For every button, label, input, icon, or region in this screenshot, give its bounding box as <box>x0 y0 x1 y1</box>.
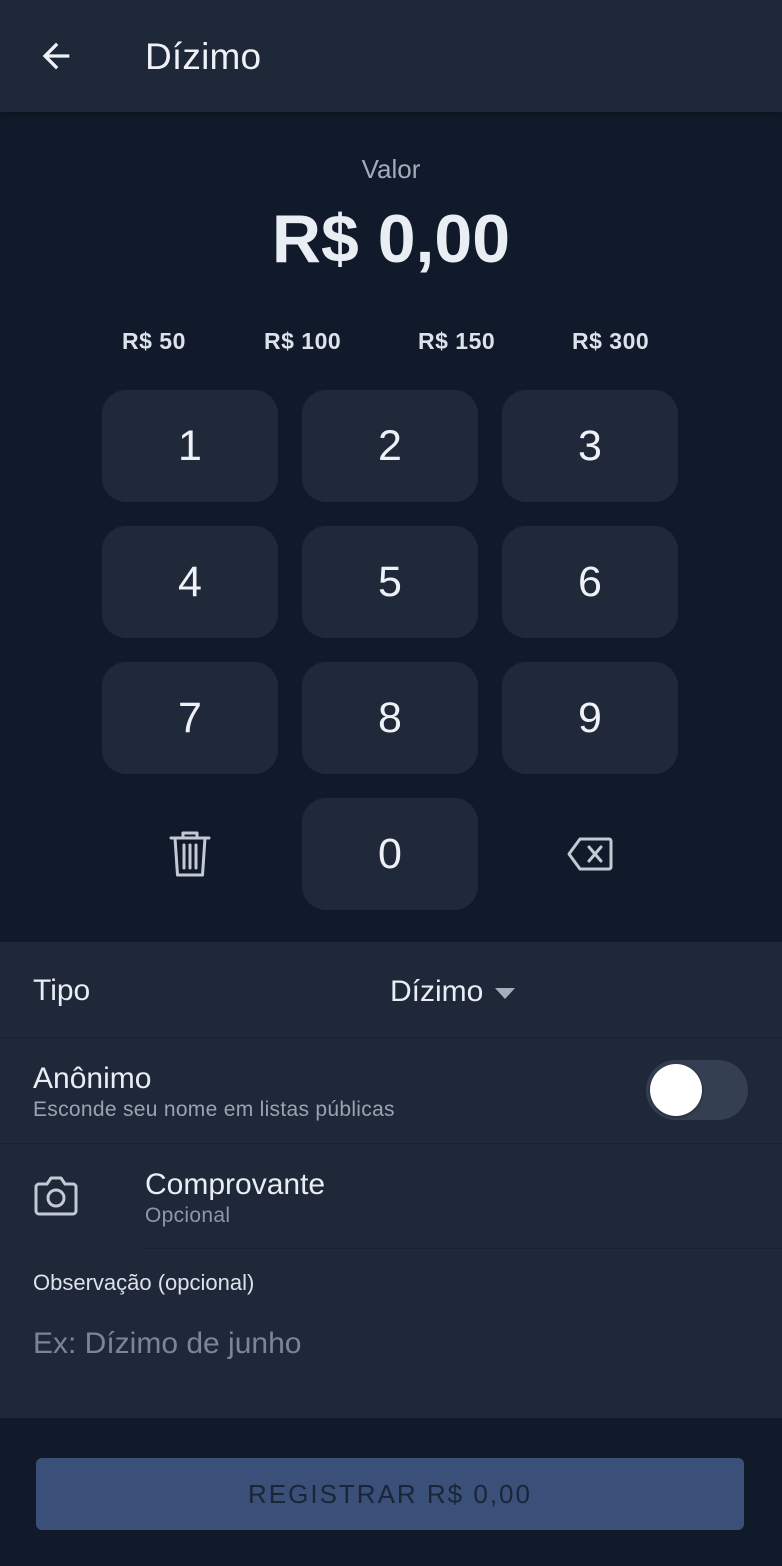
anonimo-subtitle: Esconde seu nome em listas públicas <box>33 1098 395 1121</box>
register-button[interactable]: REGISTRAR R$ 0,00 <box>36 1458 744 1530</box>
back-button[interactable] <box>30 30 82 82</box>
backspace-button[interactable] <box>502 798 678 910</box>
quick-amount-300[interactable]: R$ 300 <box>572 328 649 355</box>
key-7[interactable]: 7 <box>102 662 278 774</box>
comprovante-row[interactable] <box>0 1144 782 1248</box>
key-0[interactable]: 0 <box>302 798 478 910</box>
key-5[interactable]: 5 <box>302 526 478 638</box>
trash-icon <box>169 831 211 877</box>
arrow-left-icon <box>42 42 70 70</box>
tipo-label: Tipo <box>33 974 91 1007</box>
amount-label: Valor <box>361 154 421 184</box>
divider <box>0 1037 782 1038</box>
quick-amount-100[interactable]: R$ 100 <box>264 328 341 355</box>
key-1[interactable]: 1 <box>102 390 278 502</box>
key-3[interactable]: 3 <box>502 390 678 502</box>
amount-value: R$ 0,00 <box>271 201 511 277</box>
comprovante-subtitle: Opcional <box>145 1204 231 1227</box>
quick-amount-150[interactable]: R$ 150 <box>418 328 495 355</box>
key-4[interactable]: 4 <box>102 526 278 638</box>
divider <box>145 1248 782 1249</box>
key-6[interactable]: 6 <box>502 526 678 638</box>
anonimo-title: Anônimo <box>33 1062 152 1095</box>
page-title: Dízimo <box>145 36 262 77</box>
key-8[interactable]: 8 <box>302 662 478 774</box>
tipo-selected-value: Dízimo <box>390 975 484 1008</box>
caret-down-icon <box>495 987 516 999</box>
observacao-input[interactable] <box>33 1318 749 1370</box>
key-2[interactable]: 2 <box>302 390 478 502</box>
camera-icon <box>34 1176 78 1216</box>
app-header: Dízimo <box>0 0 782 112</box>
tipo-dropdown[interactable]: Dízimo <box>390 970 516 1014</box>
comprovante-title: Comprovante <box>145 1168 326 1201</box>
quick-amount-50[interactable]: R$ 50 <box>122 328 186 355</box>
app-root: Dízimo Valor R$ 0,00 R$ 50 R$ 100 R$ 150… <box>0 0 782 1566</box>
anonimo-toggle[interactable] <box>646 1060 748 1120</box>
observacao-label: Observação (opcional) <box>33 1270 255 1295</box>
toggle-knob <box>650 1064 702 1116</box>
backspace-icon <box>567 837 613 871</box>
clear-button[interactable] <box>102 798 278 910</box>
key-9[interactable]: 9 <box>502 662 678 774</box>
